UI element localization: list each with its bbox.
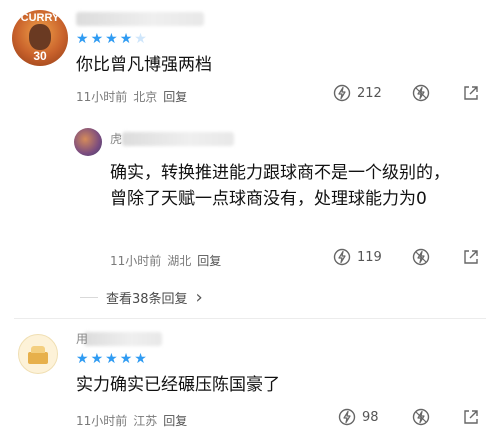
rating-stars: ★ ★ ★ ★ ★ <box>76 352 147 366</box>
comment-text: 确实，转换推进能力跟球商不是一个级别的，曾除了天赋一点球商没有，处理球能力为0 <box>110 163 450 209</box>
avatar[interactable] <box>74 128 102 156</box>
view-more-replies-label: 查看38条回复 <box>106 292 188 307</box>
avatar[interactable] <box>18 334 58 374</box>
star-icon: ★ <box>76 31 89 47</box>
comment-text: 实力确实已经碾压陈国豪了 <box>76 375 280 395</box>
reply-button[interactable]: 回复 <box>197 252 221 269</box>
star-icon: ★ <box>76 351 89 367</box>
divider <box>14 318 486 319</box>
lightning-like-icon <box>333 84 351 102</box>
lightning-like-icon <box>333 248 351 266</box>
divider-line <box>80 297 98 298</box>
lightning-dislike-icon <box>412 248 430 266</box>
username-redacted[interactable] <box>84 332 162 346</box>
star-icon: ★ <box>105 351 118 367</box>
dislike-button[interactable] <box>412 248 430 266</box>
like-button[interactable]: 212 <box>333 84 382 102</box>
lightning-like-icon <box>338 408 356 426</box>
dislike-button[interactable] <box>412 84 430 102</box>
timestamp: 11小时前 <box>110 254 162 268</box>
like-button[interactable]: 119 <box>333 248 382 266</box>
location: 湖北 <box>167 254 192 268</box>
comment-meta: 11小时前 湖北 回复 <box>110 252 221 269</box>
like-count: 98 <box>362 409 379 425</box>
share-button[interactable] <box>462 408 480 426</box>
location: 北京 <box>133 90 158 104</box>
username-redacted[interactable] <box>76 12 204 26</box>
lightning-dislike-icon <box>412 408 430 426</box>
star-icon: ★ <box>134 351 147 367</box>
comment-meta: 11小时前 江苏 回复 <box>76 412 187 429</box>
avatar[interactable]: CURRY 30 <box>12 10 68 66</box>
username-fragment: 用 <box>76 332 89 346</box>
star-icon: ★ <box>90 31 104 47</box>
like-count: 119 <box>357 249 382 265</box>
timestamp: 11小时前 <box>76 90 128 104</box>
comment-2: 虎 确实，转换推进能力跟球商不是一个级别的，曾除了天赋一点球商没有，处理球能力为… <box>0 112 500 312</box>
location: 江苏 <box>133 414 158 428</box>
share-icon <box>464 86 478 100</box>
like-count: 212 <box>357 85 382 101</box>
comment-3: 用 ★ ★ ★ ★ ★ 实力确实已经碾压陈国豪了 11小时前 江苏 回复 98 <box>0 320 500 440</box>
star-icon: ★ <box>134 31 147 47</box>
star-icon: ★ <box>119 31 133 47</box>
share-button[interactable] <box>462 248 480 266</box>
username-redacted[interactable] <box>122 132 234 146</box>
like-button[interactable]: 98 <box>338 408 379 426</box>
avatar-number: 30 <box>33 49 47 63</box>
comment-1: CURRY 30 ★ ★ ★ ★ ★ 你比曾凡博强两档 11小时前 北京 回复 … <box>0 0 500 112</box>
username-fragment: 虎 <box>110 132 123 146</box>
reply-button[interactable]: 回复 <box>163 412 187 429</box>
dislike-button[interactable] <box>412 408 430 426</box>
share-icon <box>464 250 478 264</box>
avatar-text: CURRY <box>20 12 60 24</box>
timestamp: 11小时前 <box>76 414 128 428</box>
avatar-cake-icon <box>28 352 48 364</box>
share-icon <box>464 410 478 424</box>
avatar-face <box>29 24 51 50</box>
chevron-right-icon: › <box>195 286 203 308</box>
star-icon: ★ <box>119 351 133 367</box>
view-more-replies[interactable]: 查看38条回复 › <box>80 288 203 307</box>
rating-stars: ★ ★ ★ ★ ★ <box>76 32 147 46</box>
share-button[interactable] <box>462 84 480 102</box>
comment-text: 你比曾凡博强两档 <box>76 55 212 75</box>
comment-meta: 11小时前 北京 回复 <box>76 88 187 105</box>
lightning-dislike-icon <box>412 84 430 102</box>
star-icon: ★ <box>90 351 104 367</box>
star-icon: ★ <box>105 31 118 47</box>
reply-button[interactable]: 回复 <box>163 88 187 105</box>
